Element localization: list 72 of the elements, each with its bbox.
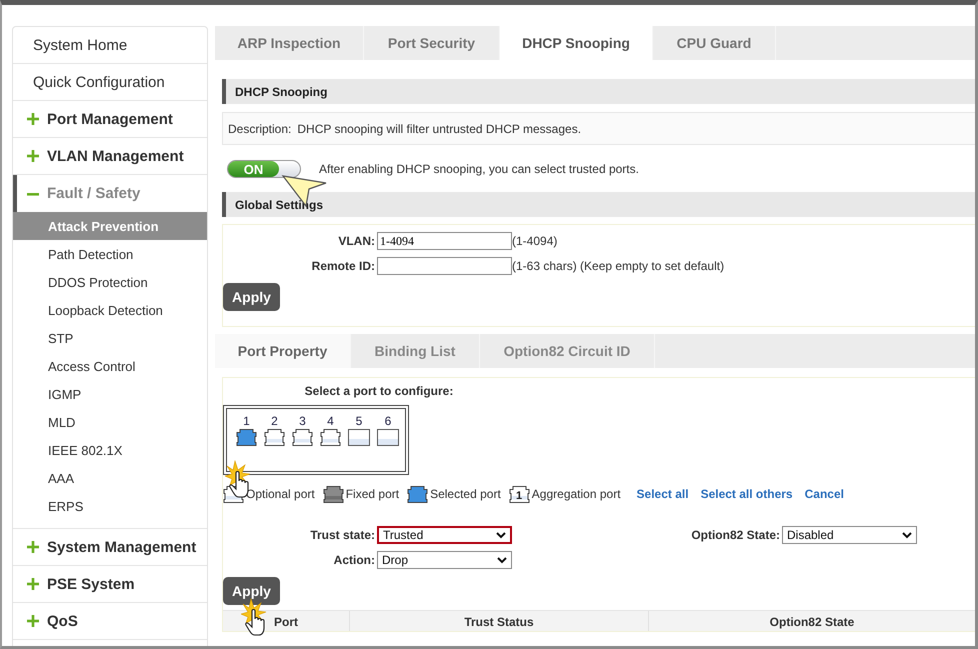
- ethernet-port-icon[interactable]: [236, 429, 257, 446]
- dropdown[interactable]: Drop: [377, 551, 512, 569]
- field-label: Remote ID:: [310, 259, 376, 273]
- link[interactable]: Select all others: [700, 487, 793, 501]
- field-hint: (1-63 chars) (Keep empty to set default): [512, 259, 724, 273]
- plus-icon: [27, 541, 39, 553]
- link[interactable]: Cancel: [804, 487, 844, 501]
- port-number: 6: [384, 414, 392, 428]
- description-label: Description:: [228, 122, 292, 136]
- section-header: Global Settings: [222, 192, 975, 217]
- column-header: Trust Status: [350, 611, 649, 631]
- sidebar-group[interactable]: QoS: [13, 603, 207, 640]
- sidebar-item[interactable]: STP: [13, 324, 207, 352]
- input-field[interactable]: [377, 257, 512, 275]
- port-number: 1: [243, 414, 250, 428]
- sidebar-item[interactable]: Path Detection: [13, 240, 207, 268]
- port-number: 5: [356, 414, 362, 428]
- sidebar-item[interactable]: System Home: [13, 27, 207, 64]
- toggle-hint: After enabling DHCP snooping, you can select trusted ports.: [319, 162, 639, 176]
- field-label: Trust state:: [309, 528, 376, 542]
- legend-label: Optional port: [246, 487, 315, 501]
- column-header: Option82 State: [649, 611, 975, 631]
- plus-icon: [27, 150, 39, 162]
- apply-button[interactable]: Apply: [223, 283, 280, 311]
- sidebar-item[interactable]: Access Control: [13, 352, 207, 380]
- tab[interactable]: CPU Guard: [653, 26, 776, 60]
- sidebar-item[interactable]: Loopback Detection: [13, 296, 207, 324]
- field-label: Option82 State:: [690, 528, 781, 542]
- caret-icon: [496, 532, 506, 538]
- dropdown[interactable]: Disabled: [782, 526, 917, 544]
- port-number: 3: [299, 414, 306, 428]
- plus-icon: [27, 578, 39, 590]
- plus-icon: [27, 615, 39, 627]
- section-header: DHCP Snooping: [222, 79, 975, 104]
- description-text: DHCP snooping will filter untrusted DHCP messages.: [297, 122, 582, 136]
- sidebar-group[interactable]: VLAN Management: [13, 138, 207, 175]
- caret-icon: [902, 532, 912, 538]
- dropdown[interactable]: Trusted: [377, 526, 512, 544]
- legend-label: Selected port: [430, 487, 501, 501]
- ethernet-port-icon: [407, 486, 428, 502]
- sfp-port-icon[interactable]: [377, 429, 399, 446]
- sidebar-item[interactable]: MLD: [13, 408, 207, 436]
- sidebar-item[interactable]: Quick Configuration: [13, 64, 207, 101]
- ethernet-port-icon[interactable]: [264, 429, 285, 446]
- fixed-port-icon: [322, 486, 344, 502]
- port-number: 2: [271, 414, 278, 428]
- caret-icon: [497, 556, 507, 564]
- plus-icon: [27, 113, 39, 125]
- legend-label: Aggregation port: [532, 487, 621, 501]
- port-number: 4: [327, 414, 334, 428]
- port-prompt: Select a port to configure:: [304, 384, 454, 398]
- sidebar-group[interactable]: System Management: [13, 529, 207, 566]
- link[interactable]: Select all: [636, 487, 689, 501]
- field-hint: (1-4094): [512, 234, 558, 248]
- sidebar-item[interactable]: AAA: [13, 464, 207, 492]
- field-label: Action:: [332, 553, 376, 567]
- sidebar-item[interactable]: IGMP: [13, 380, 207, 408]
- sidebar-item[interactable]: DDOS Protection: [13, 268, 207, 296]
- ethernet-port-icon[interactable]: [292, 429, 313, 446]
- tab[interactable]: Port Property: [215, 334, 351, 368]
- legend-label: Fixed port: [346, 487, 400, 501]
- sidebar-group[interactable]: PSE System: [13, 566, 207, 603]
- input-field[interactable]: 1-4094: [377, 232, 512, 250]
- aggregation-port-icon: 1: [508, 486, 530, 502]
- sfp-port-icon[interactable]: [348, 429, 370, 446]
- tab[interactable]: DHCP Snooping: [500, 26, 653, 60]
- ethernet-port-icon[interactable]: [320, 429, 341, 446]
- field-label: VLAN:: [337, 234, 376, 248]
- sidebar-item[interactable]: IEEE 802.1X: [13, 436, 207, 464]
- sidebar-group[interactable]: Port Management: [13, 101, 207, 138]
- sidebar-item[interactable]: ERPS: [13, 492, 207, 520]
- tab[interactable]: ARP Inspection: [215, 26, 364, 60]
